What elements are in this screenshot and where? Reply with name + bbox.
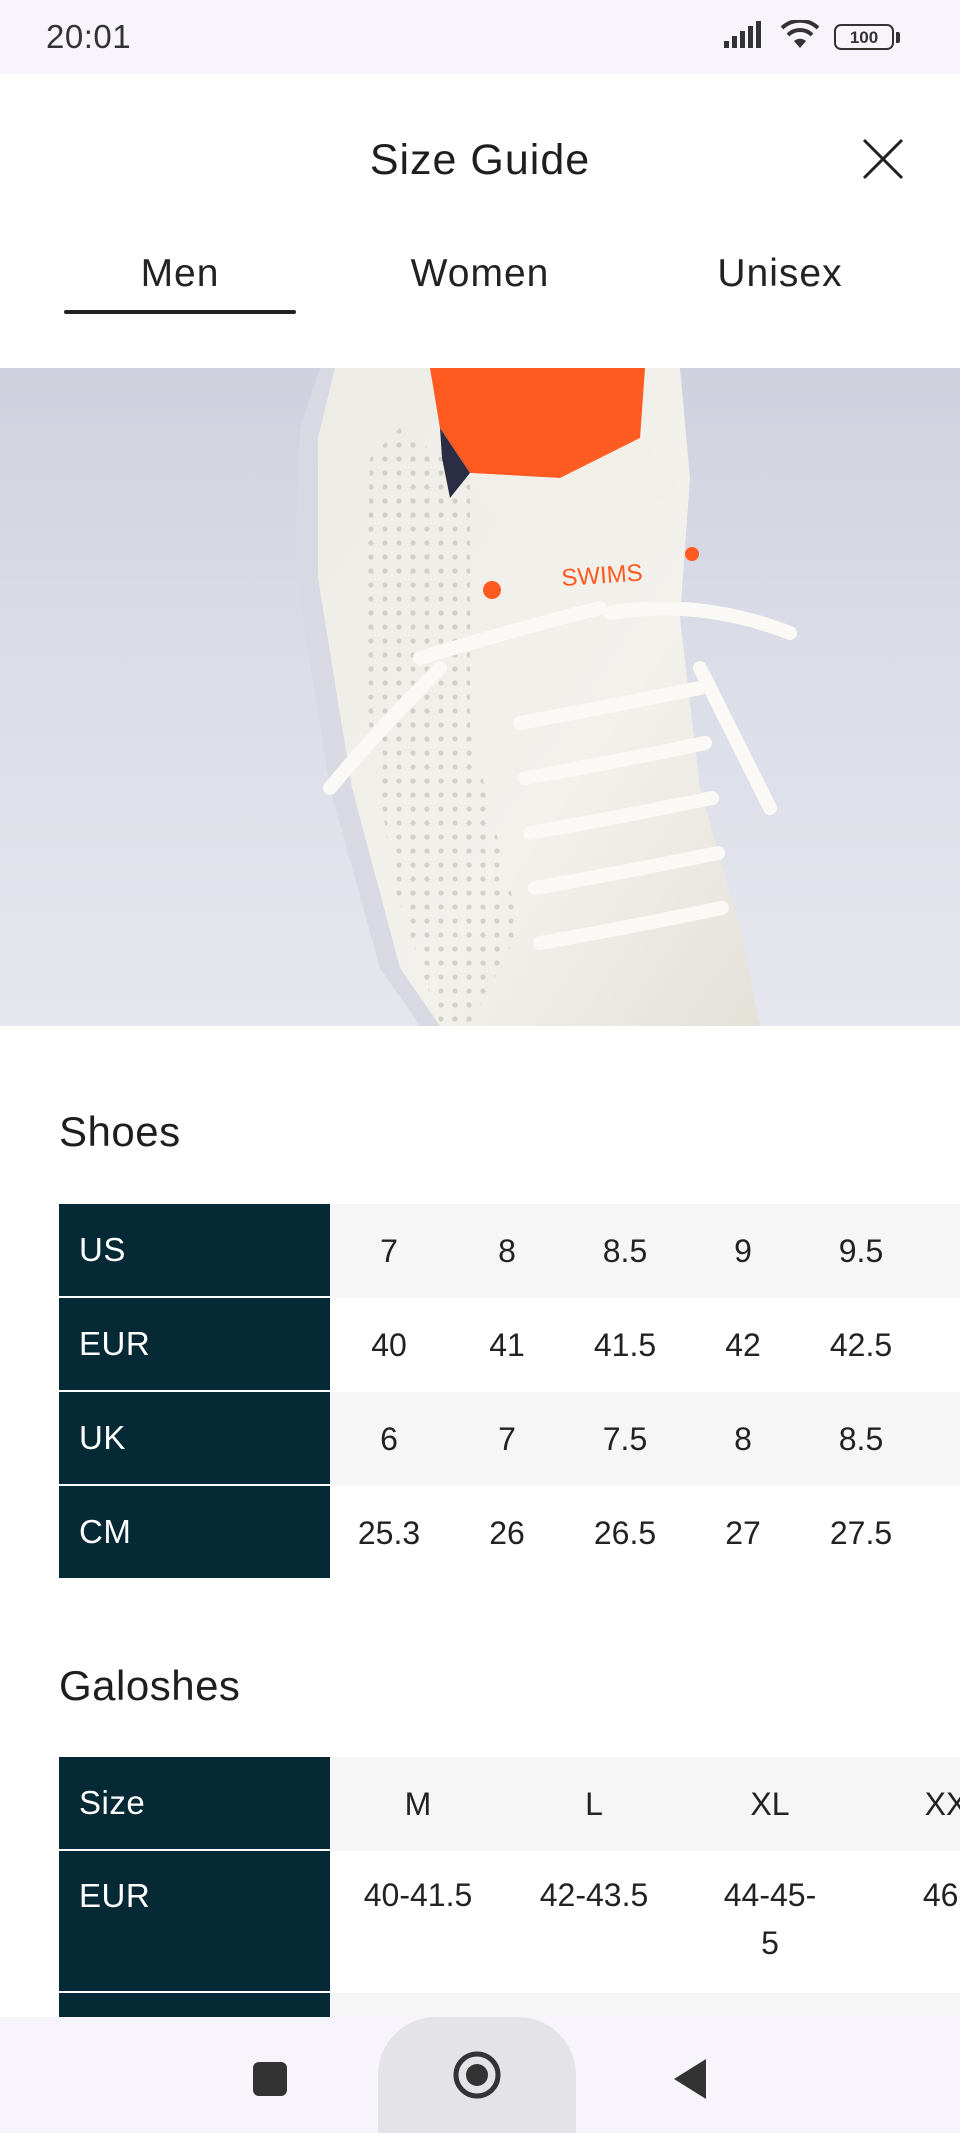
table-row: US 7 8 8.5 9 9.5 1 <box>59 1204 960 1298</box>
back-button[interactable] <box>660 2047 720 2111</box>
row-header: EUR <box>59 1851 330 1993</box>
table-cell: 1 <box>920 1204 960 1298</box>
recent-apps-icon <box>253 2062 287 2096</box>
table-row: UK 6 7 7.5 8 8.5 <box>59 1392 960 1486</box>
table-cell: 8.5 <box>838 1420 884 1457</box>
row-header: Size <box>59 1757 330 1851</box>
table-cell: 46- <box>922 1877 960 1913</box>
table-cell: 9.5 <box>838 1232 884 1269</box>
shoes-size-table: US 7 8 8.5 9 9.5 1 EUR 40 41 41.5 42 42.… <box>59 1204 960 1580</box>
table-row: CM 25.3 26 26.5 27 27.5 2 <box>59 1486 960 1580</box>
table-cell: 26.5 <box>593 1514 657 1551</box>
tab-unisex[interactable]: Unisex <box>660 252 900 318</box>
table-cell: 25.3 <box>357 1514 421 1551</box>
table-cell: 41.5 <box>593 1326 657 1363</box>
table-row: EUR 40 41 41.5 42 42.5 4 <box>59 1298 960 1392</box>
table-cell: 9 <box>734 1232 752 1269</box>
gender-tabs: Men Women Unisex <box>0 252 960 318</box>
table-cell: 6 <box>380 1420 398 1457</box>
page-title: Size Guide <box>369 136 591 184</box>
home-button[interactable] <box>378 2017 576 2133</box>
table-cell: 44-45- 5 <box>723 1877 817 1961</box>
back-icon <box>674 2059 706 2099</box>
status-icons: 100 <box>722 18 900 55</box>
sneaker-illustration: SWIMS <box>295 368 797 1026</box>
signal-icon <box>722 20 766 54</box>
table-cell: 26 <box>489 1514 525 1551</box>
table-cell: 41 <box>489 1326 525 1363</box>
battery-level: 100 <box>834 24 894 50</box>
table-cell: 2 <box>920 1486 960 1580</box>
table-cell: M <box>404 1786 432 1822</box>
tab-men[interactable]: Men <box>60 252 300 318</box>
recent-apps-button[interactable] <box>240 2049 300 2109</box>
wifi-icon <box>780 18 820 55</box>
table-cell <box>920 1392 960 1486</box>
table-cell: 8 <box>498 1232 516 1269</box>
table-cell: L <box>585 1786 603 1822</box>
table-cell: 8 <box>734 1420 752 1457</box>
tab-women[interactable]: Women <box>360 252 600 318</box>
table-cell: 27 <box>725 1514 761 1551</box>
table-cell: 7 <box>498 1420 516 1457</box>
galoshes-section-title: Galoshes <box>59 1662 241 1709</box>
battery-icon: 100 <box>834 24 900 50</box>
table-cell: 7 <box>380 1232 398 1269</box>
table-cell: 42 <box>725 1326 761 1363</box>
brand-logo: SWIMS <box>561 559 644 592</box>
table-cell: 40-41.5 <box>363 1877 473 1913</box>
home-icon <box>453 2051 501 2099</box>
table-cell: 42.5 <box>829 1326 893 1363</box>
table-row: EUR 40-41.5 42-43.5 44-45- 5 46- <box>59 1851 960 1993</box>
table-cell: XL <box>750 1786 790 1822</box>
table-cell: 4 <box>920 1298 960 1392</box>
navigation-bar <box>0 2017 960 2133</box>
status-time: 20:01 <box>46 18 132 55</box>
row-header: US <box>59 1204 330 1298</box>
table-cell: 42-43.5 <box>539 1877 649 1913</box>
row-header: EUR <box>59 1298 330 1392</box>
table-cell: 8.5 <box>602 1232 648 1269</box>
table-cell: 27.5 <box>829 1514 893 1551</box>
close-icon <box>862 138 904 180</box>
row-header: CM <box>59 1486 330 1580</box>
shoes-section-title: Shoes <box>59 1108 181 1155</box>
close-button[interactable] <box>858 134 908 184</box>
table-cell: 40 <box>371 1326 407 1363</box>
header: Size Guide <box>0 74 960 252</box>
table-cell: 7.5 <box>602 1420 648 1457</box>
product-image: SWIMS <box>0 368 960 1026</box>
table-row: Size M L XL XX <box>59 1757 960 1851</box>
galoshes-size-table: Size M L XL XX EUR 40-41.5 42-43.5 44-45… <box>59 1757 960 2023</box>
row-header: UK <box>59 1392 330 1486</box>
status-bar: 20:01 100 <box>0 0 960 74</box>
table-cell: XX <box>924 1786 960 1822</box>
